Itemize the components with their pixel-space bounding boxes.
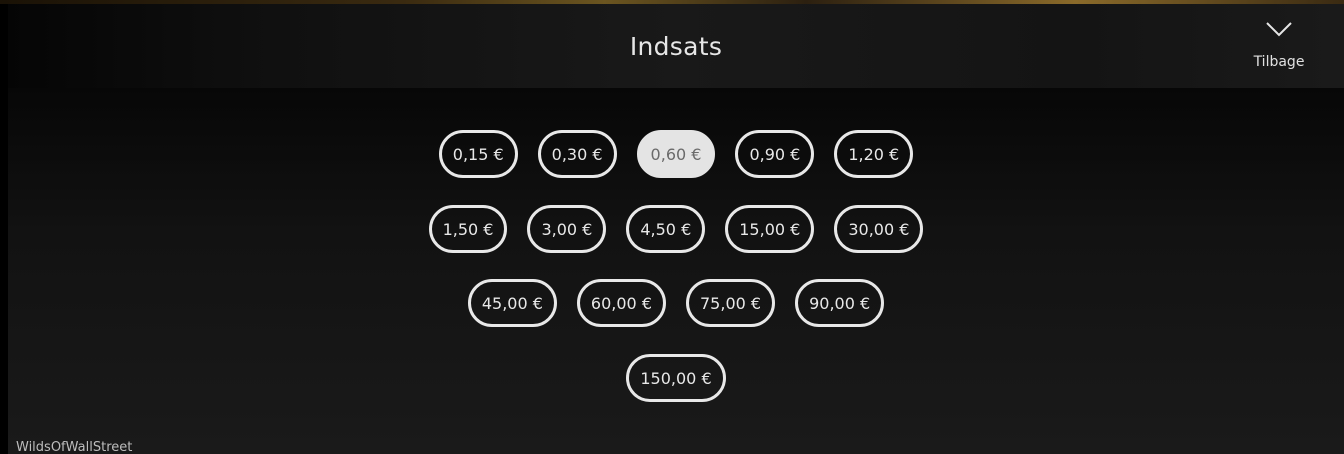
bet-row-3: 45,00 € 60,00 € 75,00 € 90,00 € [8, 279, 1344, 327]
bet-row-4: 150,00 € [8, 354, 1344, 402]
bet-options-panel: 0,15 € 0,30 € 0,60 € 0,90 € 1,20 € 1,50 … [8, 88, 1344, 454]
bet-chip[interactable]: 90,00 € [795, 279, 885, 327]
bet-row-2: 1,50 € 3,00 € 4,50 € 15,00 € 30,00 € [8, 205, 1344, 253]
bet-chip[interactable]: 0,15 € [438, 130, 518, 178]
header-bar: Indsats Tilbage [8, 4, 1344, 88]
bet-chip[interactable]: 0,90 € [735, 130, 815, 178]
game-name-label: WildsOfWallStreet [16, 440, 133, 454]
bet-chip[interactable]: 75,00 € [686, 279, 776, 327]
back-button[interactable]: Tilbage [1244, 18, 1314, 78]
bet-chip[interactable]: 3,00 € [527, 205, 607, 253]
left-edge [0, 4, 8, 454]
bet-chip[interactable]: 150,00 € [626, 354, 726, 402]
bet-chip[interactable]: 1,50 € [428, 205, 508, 253]
bet-chip[interactable]: 45,00 € [467, 279, 557, 327]
bet-chip[interactable]: 60,00 € [576, 279, 666, 327]
chevron-down-icon [1266, 22, 1292, 37]
bet-chip[interactable]: 0,30 € [537, 130, 617, 178]
back-label: Tilbage [1253, 54, 1305, 70]
bet-row-1: 0,15 € 0,30 € 0,60 € 0,90 € 1,20 € [8, 130, 1344, 178]
bet-chip[interactable]: 30,00 € [834, 205, 924, 253]
bet-chip[interactable]: 4,50 € [626, 205, 706, 253]
bet-selector-screen: Indsats Tilbage 0,15 € 0,30 € 0,60 € 0,9… [0, 0, 1344, 454]
bet-chip-selected[interactable]: 0,60 € [636, 130, 716, 178]
bet-chip[interactable]: 1,20 € [834, 130, 914, 178]
page-title: Indsats [629, 32, 723, 61]
bet-chip[interactable]: 15,00 € [725, 205, 815, 253]
